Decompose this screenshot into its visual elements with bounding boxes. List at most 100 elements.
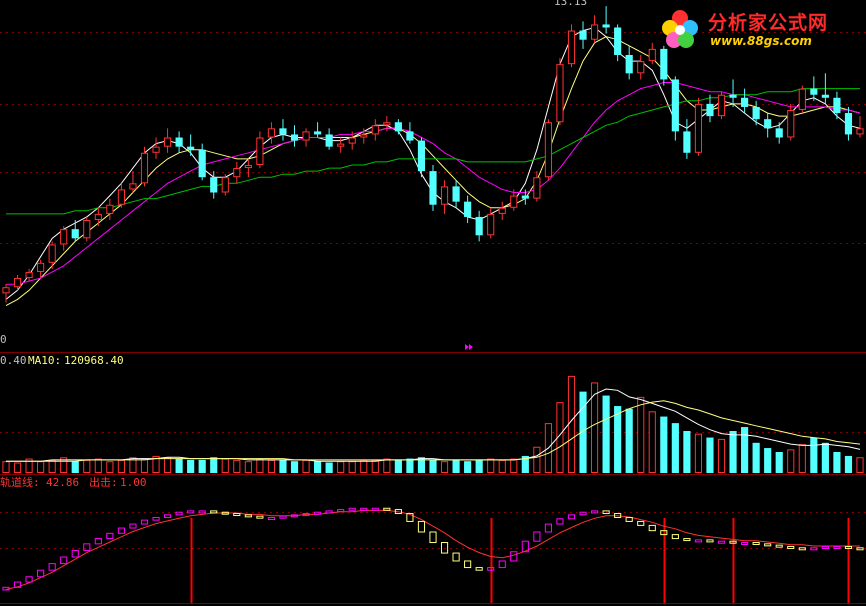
candle-body <box>13 278 22 288</box>
track-box <box>152 516 160 521</box>
candle-body <box>429 171 437 205</box>
candle-body <box>544 122 552 178</box>
track-box <box>383 507 391 511</box>
volume-bar <box>371 459 379 473</box>
track-box <box>60 556 68 565</box>
volume-bar <box>117 459 125 473</box>
track-box <box>48 563 56 571</box>
candle-body <box>533 177 541 199</box>
volume-bar <box>348 461 356 473</box>
track-box <box>498 560 506 569</box>
track-box <box>244 514 252 518</box>
candle-body <box>741 97 749 107</box>
candle-body <box>117 189 125 205</box>
volume-bar <box>810 437 818 473</box>
volume-bar <box>37 461 45 473</box>
candle-body <box>371 125 379 135</box>
volume-bar <box>764 448 772 473</box>
candle-body <box>383 122 391 126</box>
candle-body <box>614 27 622 55</box>
candle-body <box>233 168 241 178</box>
track-box <box>429 531 437 544</box>
candle-body <box>221 177 229 193</box>
volume-bar <box>187 459 195 473</box>
volume-bar <box>140 458 149 473</box>
volume-bar <box>406 458 414 473</box>
track-box <box>683 538 691 542</box>
track-value: 42.86 <box>46 476 80 489</box>
candle-body <box>775 128 783 138</box>
candle-body <box>648 48 656 62</box>
candle-body <box>394 122 402 132</box>
track-box <box>625 516 633 522</box>
volume-bar <box>198 459 206 473</box>
track-box <box>71 549 79 558</box>
track-box <box>452 552 460 562</box>
volume-bar <box>510 458 518 473</box>
track-box <box>787 545 795 549</box>
volume-bar <box>314 461 322 473</box>
candle-body <box>487 213 495 236</box>
volume-bar <box>625 408 633 473</box>
candle-body <box>475 216 483 236</box>
candle-body <box>694 103 703 153</box>
volume-bar <box>452 459 460 473</box>
track-box <box>417 520 426 533</box>
track-box <box>567 514 576 520</box>
volume-bar <box>267 459 276 473</box>
volume-bar <box>302 459 310 473</box>
volume-bar <box>671 423 679 473</box>
candle-body <box>187 146 195 150</box>
volume-bar <box>290 461 299 473</box>
track-box <box>371 507 379 511</box>
track-box <box>279 515 287 519</box>
volume-bar <box>256 458 264 473</box>
track-box <box>175 511 183 516</box>
track-line <box>5 509 860 590</box>
candle-body <box>279 128 287 135</box>
volume-bar <box>602 395 610 473</box>
volume-bar <box>729 431 737 473</box>
volume-bar <box>648 411 656 473</box>
track-box <box>440 542 449 554</box>
volume-bar <box>487 458 495 473</box>
candle-body <box>175 137 183 147</box>
volume-bar <box>475 459 483 473</box>
candle-body <box>267 128 276 138</box>
candle-body <box>717 94 726 117</box>
candle-body <box>406 131 414 141</box>
candle-body <box>37 262 45 272</box>
volume-value-label: 0.40 <box>0 354 27 367</box>
candle-body <box>290 134 299 141</box>
volume-bar <box>244 461 252 473</box>
candle-body <box>302 131 310 141</box>
volume-bar <box>706 437 714 473</box>
track-box <box>671 534 679 540</box>
out-value: 1.00 <box>120 476 147 489</box>
volume-bar <box>325 462 333 473</box>
candle-body <box>856 128 864 135</box>
candle-body <box>590 24 599 40</box>
track-box <box>741 542 749 546</box>
candle-body <box>83 220 91 239</box>
grid-lines <box>0 32 866 604</box>
volume-bar <box>464 461 472 473</box>
candle-body <box>844 113 853 135</box>
candle-body <box>94 213 102 220</box>
track-box <box>752 542 760 546</box>
volume-bar <box>694 433 703 473</box>
volume-bar <box>775 452 783 473</box>
volume-bar <box>567 375 576 473</box>
volume-bar <box>13 462 22 473</box>
out-label: 出击: <box>89 476 118 489</box>
track-box <box>140 519 149 525</box>
candle-body <box>464 201 472 217</box>
candle-body <box>106 204 114 214</box>
candle-body <box>498 207 506 214</box>
volume-bar <box>163 457 172 473</box>
candle-body <box>452 186 460 202</box>
track-box <box>267 516 276 520</box>
volume-bar <box>94 458 102 473</box>
candle-body <box>348 137 356 144</box>
volume-bar <box>383 458 391 473</box>
